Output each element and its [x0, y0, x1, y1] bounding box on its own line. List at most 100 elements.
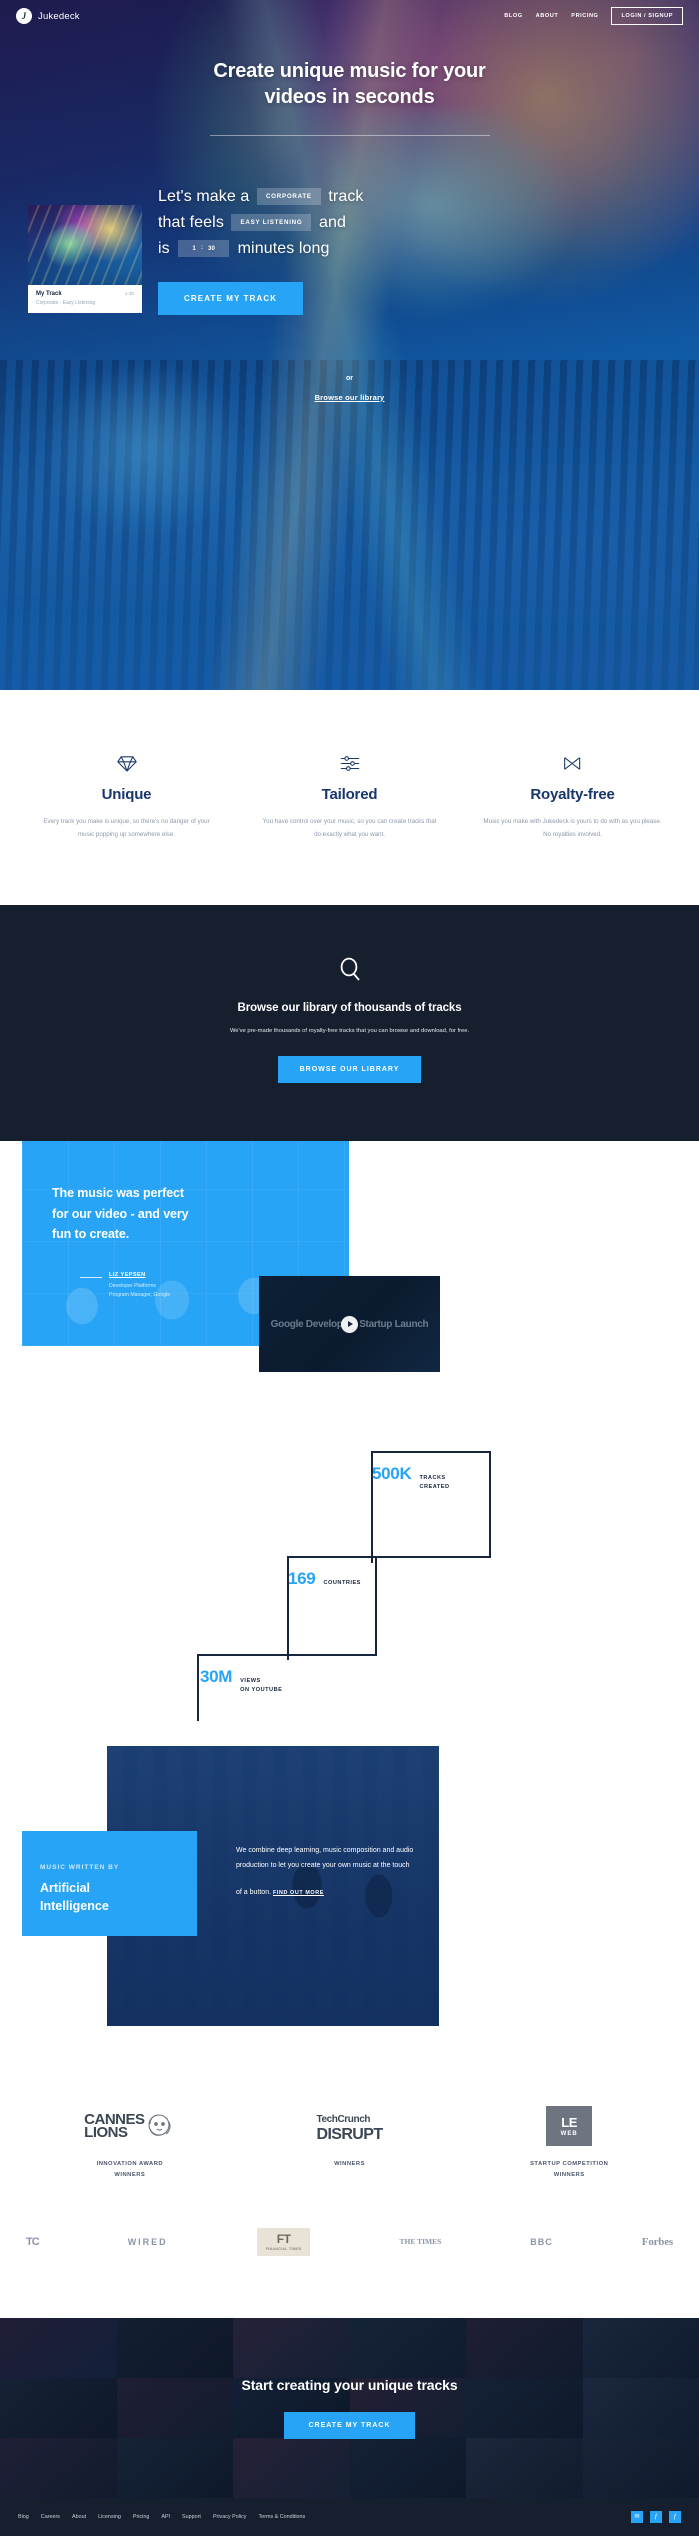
footer-social: ✉ ƒ ƒ — [631, 2510, 681, 2523]
stat-value: 169 — [288, 1569, 316, 1589]
mood-selector[interactable]: EASY LISTENING — [231, 213, 312, 231]
builder-text-part-5: is — [158, 239, 170, 257]
builder-text-part-3: that feels — [158, 213, 224, 231]
ai-heading-line-1: Artificial — [40, 1881, 91, 1896]
stats-section: 500K TRACKS CREATED 169 COUNTRIES 30M VIE… — [0, 1451, 699, 1725]
award-techcrunch-disrupt: TechCrunch DISRUPT WINNERS — [240, 2103, 460, 2179]
award-logo-line-1: LE — [561, 2114, 578, 2130]
press-logo-bbc: BBC — [530, 2236, 553, 2247]
hero-headline-line-1: Create unique music for your — [213, 60, 486, 82]
footer-link-about[interactable]: About — [72, 2514, 86, 2520]
stat-value: 500K — [372, 1464, 412, 1484]
genre-selector[interactable]: CORPORATE — [256, 187, 321, 205]
track-metadata: My Track 1:30 Corporate - Easy Listening — [28, 284, 142, 313]
feature-description: Music you make with Jukedeck is yours to… — [483, 818, 662, 838]
brand-name: Jukedeck — [38, 10, 80, 22]
techcrunch-disrupt-logo-icon: TechCrunch DISRUPT — [240, 2103, 460, 2149]
footer-link-pricing[interactable]: Pricing — [133, 2514, 149, 2520]
track-duration: 1:30 — [125, 290, 134, 296]
hero-divider — [209, 134, 490, 136]
browse-our-library-button[interactable]: BROWSE OUR LIBRARY — [277, 1056, 422, 1084]
feature-tailored: Tailored You have control over your musi… — [245, 752, 454, 841]
hero-alternative: or Browse our library — [0, 375, 699, 405]
hero-headline: Create unique music for your videos in s… — [150, 58, 550, 111]
footer-link-support[interactable]: Support — [182, 2514, 201, 2520]
email-icon[interactable]: ✉ — [631, 2510, 643, 2523]
award-cannes-lions: CANNES LIONS INNOVATION AWARD WINNERS — [20, 2103, 240, 2179]
feature-title: Unique — [101, 786, 152, 803]
footer-link-terms[interactable]: Terms & Conditions — [259, 2514, 306, 2520]
stat-connector — [371, 1451, 491, 1454]
award-logo-line-2: DISRUPT — [316, 2125, 383, 2143]
site-footer: Blog Careers About Licensing Pricing API… — [0, 2497, 699, 2536]
nav-links: BLOG ABOUT PRICING LOGIN / SIGNUP — [504, 7, 683, 25]
footer-link-careers[interactable]: Careers — [41, 2514, 60, 2520]
footer-links: Blog Careers About Licensing Pricing API… — [18, 2514, 305, 2520]
facebook-icon[interactable]: ƒ — [669, 2510, 681, 2523]
stat-tracks-created: 500K TRACKS CREATED — [372, 1464, 450, 1491]
quote-line-2: for our video - and very — [52, 1206, 189, 1221]
award-caption: WINNERS — [334, 2161, 365, 2168]
login-signup-button[interactable]: LOGIN / SIGNUP — [611, 7, 683, 25]
feature-royalty-free: Royalty-free Music you make with Jukedec… — [468, 752, 677, 841]
final-cta-section: Start creating your unique tracks CREATE… — [0, 2317, 699, 2498]
library-title: Browse our library of thousands of track… — [237, 1002, 462, 1015]
footer-link-api[interactable]: API — [161, 2514, 170, 2520]
attribution-rule — [80, 1277, 102, 1279]
feature-unique: Unique Every track you make is unique, s… — [22, 752, 231, 841]
ai-kicker: MUSIC WRITTEN BY — [40, 1864, 120, 1872]
testimonial-role: Developer Platforms Program Manager, Goo… — [109, 1282, 170, 1300]
testimonial-author: LIZ YEPSEN — [109, 1272, 146, 1279]
browse-our-library-link[interactable]: Browse our library — [315, 393, 385, 402]
testimonial-attribution: LIZ YEPSEN Developer Platforms Program M… — [22, 1244, 349, 1300]
nav-link-blog[interactable]: BLOG — [504, 13, 522, 19]
press-logos: TC WIRED FT FINANCIAL TIMES THE TIMES BBC… — [0, 2209, 699, 2318]
track-preview-card[interactable]: My Track 1:30 Corporate - Easy Listening — [28, 204, 142, 315]
award-logo-line-2: WEB — [560, 2130, 578, 2137]
search-icon — [20, 957, 679, 982]
or-label: or — [346, 374, 353, 382]
footer-link-blog[interactable]: Blog — [18, 2514, 29, 2520]
hero-headline-line-2: videos in seconds — [264, 86, 435, 109]
stat-label: COUNTRIES — [323, 1580, 361, 1587]
landing-page: J Jukedeck BLOG ABOUT PRICING LOGIN / SI… — [0, 0, 699, 2536]
twitter-icon[interactable]: ƒ — [650, 2510, 662, 2523]
press-logo-forbes: Forbes — [641, 2235, 673, 2248]
nav-link-about[interactable]: ABOUT — [536, 13, 559, 19]
footer-link-licensing[interactable]: Licensing — [98, 2514, 121, 2520]
builder-text-part-2: track — [328, 187, 364, 205]
library-subtitle: We've pre-made thousands of royalty-free… — [229, 1028, 470, 1035]
play-icon[interactable] — [341, 1315, 358, 1333]
footer-link-privacy-policy[interactable]: Privacy Policy — [213, 2514, 247, 2520]
ai-copy-block: We combine deep learning, music composit… — [236, 1843, 416, 1899]
hero-section: J Jukedeck BLOG ABOUT PRICING LOGIN / SI… — [0, 0, 699, 690]
builder-text-part-1: Let's make a — [158, 187, 250, 205]
award-leweb: LE WEB STARTUP COMPETITION WINNERS — [459, 2103, 679, 2179]
award-logo-line-1: TechCrunch — [316, 2113, 371, 2125]
ai-heading-line-2: Intelligence — [40, 1898, 109, 1913]
ai-body-text: We combine deep learning, music composit… — [236, 1847, 414, 1896]
track-subtitle: Corporate - Easy Listening — [36, 299, 96, 306]
stat-connector — [197, 1654, 377, 1657]
role-line-2: Program Manager, Google — [109, 1292, 171, 1298]
ai-section: MUSIC WRITTEN BY Artificial Intelligence… — [0, 1721, 699, 2052]
brand-logo[interactable]: J Jukedeck — [16, 8, 80, 24]
create-my-track-footer-button[interactable]: CREATE MY TRACK — [284, 2411, 415, 2439]
testimonial-section: The music was perfect for our video - an… — [0, 1141, 699, 1527]
nav-link-pricing[interactable]: PRICING — [571, 13, 598, 19]
stat-views: 30M VIEWS ON YOUTUBE — [200, 1667, 282, 1694]
find-out-more-link[interactable]: FIND OUT MORE — [273, 1888, 324, 1900]
stat-connector — [375, 1556, 377, 1657]
sliders-icon — [245, 752, 454, 774]
ai-heading: Artificial Intelligence — [40, 1880, 179, 1915]
jukedeck-logo-icon: J — [16, 8, 32, 24]
feature-title: Royalty-free — [530, 786, 615, 803]
press-logo-ft: FT FINANCIAL TIMES — [256, 2227, 311, 2256]
cannes-lions-logo-icon: CANNES LIONS — [20, 2103, 240, 2149]
quote-line-1: The music was perfect — [52, 1186, 184, 1201]
feature-description: You have control over your music, so you… — [262, 818, 437, 838]
duration-selector[interactable]: 1 : 30 — [178, 240, 230, 258]
testimonial-quote: The music was perfect for our video - an… — [22, 1141, 349, 1244]
create-my-track-button[interactable]: CREATE MY TRACK — [158, 281, 304, 315]
stat-connector — [489, 1451, 491, 1559]
